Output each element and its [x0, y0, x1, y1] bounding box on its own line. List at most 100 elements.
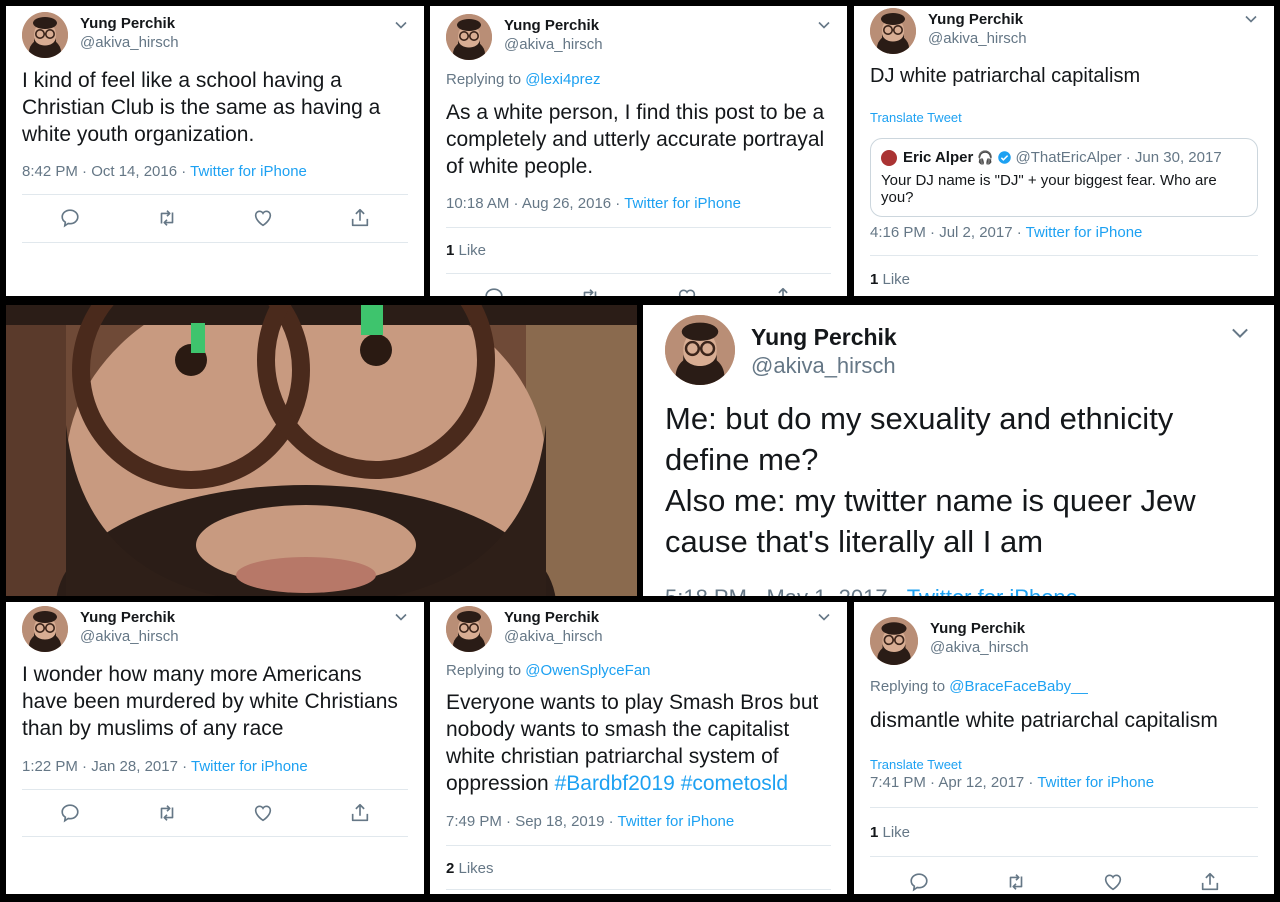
tweet-meta: 10:18 AM · Aug 26, 2016 · Twitter for iP… [446, 195, 741, 212]
chevron-down-icon[interactable] [1244, 12, 1258, 26]
tweet-card-5: Yung Perchik @akiva_hirsch I wonder how … [6, 602, 424, 894]
reply-mention[interactable]: @lexi4prez [525, 71, 600, 88]
chevron-down-icon[interactable] [1230, 323, 1250, 343]
display-name[interactable]: Yung Perchik [504, 16, 603, 35]
tweet-text: I kind of feel like a school having a Ch… [22, 69, 381, 146]
user-handle[interactable]: @akiva_hirsch [504, 35, 603, 54]
user-handle[interactable]: @akiva_hirsch [928, 29, 1027, 48]
user-handle[interactable]: @akiva_hirsch [930, 638, 1029, 657]
avatar[interactable] [870, 8, 916, 54]
tweet-card-2: Yung Perchik @akiva_hirsch Replying to @… [430, 6, 847, 296]
tweet-timestamp[interactable]: 4:16 PM · Jul 2, 2017 [870, 224, 1013, 241]
tweet-source[interactable]: Twitter for iPhone [190, 163, 307, 180]
share-icon[interactable] [1199, 871, 1221, 893]
like-icon[interactable] [676, 286, 698, 296]
quoted-handle: @ThatEricAlper · Jun 30, 2017 [1015, 149, 1222, 166]
display-name[interactable]: Yung Perchik [928, 10, 1027, 29]
like-count[interactable]: 1 Like [870, 824, 910, 841]
translate-tweet-link[interactable]: Translate Tweet [870, 110, 962, 125]
tweet-timestamp[interactable]: 1:22 PM · Jan 28, 2017 [22, 758, 178, 775]
meta-separator: · [177, 163, 191, 180]
meta-separator: · [1024, 774, 1038, 791]
verified-icon [997, 151, 1011, 164]
tweet-header: Yung Perchik @akiva_hirsch [22, 606, 179, 652]
user-handle[interactable]: @akiva_hirsch [80, 33, 179, 52]
quoted-avatar [881, 149, 897, 166]
hashtag-link[interactable]: #cometosld [681, 772, 788, 795]
reply-prefix: Replying to [446, 662, 526, 679]
tweet-source[interactable]: Twitter for iPhone [1026, 224, 1143, 241]
tweet-header: Yung Perchik @akiva_hirsch [446, 606, 603, 652]
reply-mention[interactable]: @OwenSplyceFan [525, 662, 650, 679]
reply-context: Replying to @OwenSplyceFan [446, 662, 651, 679]
share-icon[interactable] [772, 286, 794, 296]
tweet-timestamp[interactable]: 5:18 PM · May 1, 2017 [665, 585, 888, 596]
tweet-text: Me: but do my sexuality and ethnicity de… [665, 398, 1252, 562]
avatar[interactable] [446, 14, 492, 60]
reply-icon[interactable] [59, 802, 81, 824]
reply-icon[interactable] [908, 871, 930, 893]
tweet-meta: 8:42 PM · Oct 14, 2016 · Twitter for iPh… [22, 163, 307, 180]
display-name[interactable]: Yung Perchik [80, 14, 179, 33]
reply-prefix: Replying to [870, 678, 950, 695]
action-bar [22, 207, 408, 229]
tweet-meta: 4:16 PM · Jul 2, 2017 · Twitter for iPho… [870, 224, 1142, 241]
avatar[interactable] [22, 606, 68, 652]
retweet-icon[interactable] [156, 207, 178, 229]
like-icon[interactable] [252, 802, 274, 824]
like-count-label: Like [878, 271, 911, 288]
tweet-header: Yung Perchik @akiva_hirsch [870, 8, 1027, 54]
tweet-source[interactable]: Twitter for iPhone [191, 758, 308, 775]
display-name[interactable]: Yung Perchik [80, 608, 179, 627]
user-handle[interactable]: @akiva_hirsch [504, 627, 603, 646]
tweet-timestamp[interactable]: 7:41 PM · Apr 12, 2017 [870, 774, 1024, 791]
divider [870, 856, 1258, 857]
chevron-down-icon[interactable] [394, 18, 408, 32]
quoted-tweet[interactable]: Eric Alper 🎧 @ThatEricAlper · Jun 30, 20… [870, 138, 1258, 217]
tweet-timestamp[interactable]: 10:18 AM · Aug 26, 2016 [446, 195, 611, 212]
tweet-card-7: Yung Perchik @akiva_hirsch Replying to @… [854, 602, 1274, 894]
face-photo-image [6, 305, 637, 596]
share-icon[interactable] [349, 207, 371, 229]
tweet-source[interactable]: Twitter for iPhone [618, 813, 735, 830]
tweet-text: I wonder how many more Americans have be… [22, 663, 398, 740]
like-count[interactable]: 1 Like [870, 271, 910, 288]
hashtag-link[interactable]: #Bardbf2019 [555, 772, 675, 795]
avatar[interactable] [446, 606, 492, 652]
like-icon[interactable] [252, 207, 274, 229]
avatar[interactable] [870, 617, 918, 665]
tweet-card-4: Yung Perchik @akiva_hirsch Me: but do my… [643, 305, 1274, 596]
reply-icon[interactable] [483, 286, 505, 296]
divider [22, 242, 408, 243]
reply-context: Replying to @lexi4prez [446, 71, 600, 88]
chevron-down-icon[interactable] [817, 18, 831, 32]
tweet-source[interactable]: Twitter for iPhone [624, 195, 741, 212]
retweet-icon[interactable] [1005, 871, 1027, 893]
like-count[interactable]: 2 Likes [446, 860, 494, 877]
tweet-timestamp[interactable]: 7:49 PM · Sep 18, 2019 [446, 813, 604, 830]
tweet-source[interactable]: Twitter for iPhone [1037, 774, 1154, 791]
share-icon[interactable] [349, 802, 371, 824]
reply-context: Replying to @BraceFaceBaby__ [870, 678, 1088, 695]
chevron-down-icon[interactable] [394, 610, 408, 624]
avatar[interactable] [665, 315, 735, 385]
user-handle[interactable]: @akiva_hirsch [751, 352, 897, 380]
tweet-text: dismantle white patriarchal capitalism [870, 709, 1218, 732]
retweet-icon[interactable] [579, 286, 601, 296]
reply-icon[interactable] [59, 207, 81, 229]
tweet-text: Everyone wants to play Smash Bros but no… [446, 689, 831, 797]
tweet-source[interactable]: Twitter for iPhone [907, 585, 1078, 596]
display-name[interactable]: Yung Perchik [504, 608, 603, 627]
display-name[interactable]: Yung Perchik [930, 619, 1029, 638]
reply-mention[interactable]: @BraceFaceBaby__ [949, 678, 1088, 695]
retweet-icon[interactable] [156, 802, 178, 824]
avatar[interactable] [22, 12, 68, 58]
like-icon[interactable] [1102, 871, 1124, 893]
display-name[interactable]: Yung Perchik [751, 323, 897, 352]
translate-tweet-link[interactable]: Translate Tweet [870, 757, 962, 772]
like-count[interactable]: 1 Like [446, 242, 486, 259]
user-handle[interactable]: @akiva_hirsch [80, 627, 179, 646]
tweet-timestamp[interactable]: 8:42 PM · Oct 14, 2016 [22, 163, 177, 180]
tweet-header: Yung Perchik @akiva_hirsch [22, 12, 179, 58]
chevron-down-icon[interactable] [817, 610, 831, 624]
